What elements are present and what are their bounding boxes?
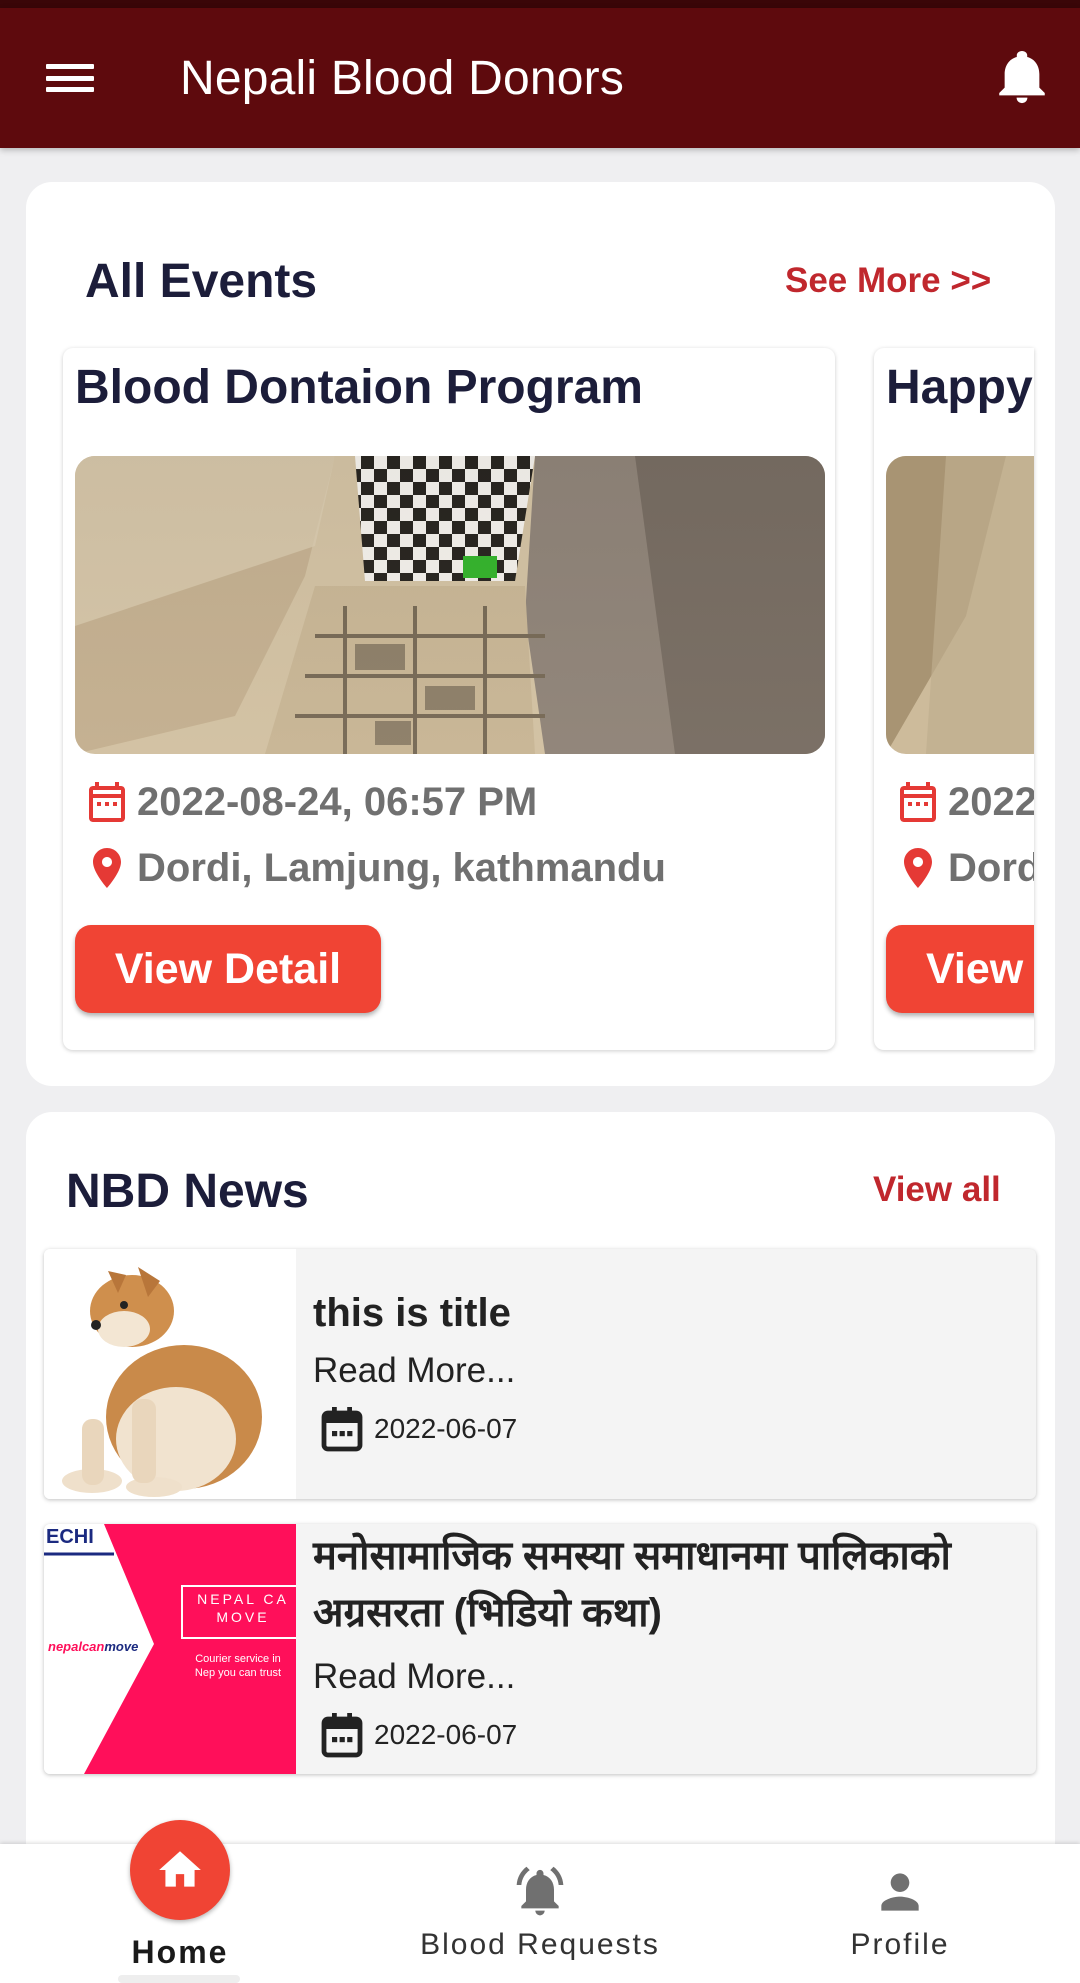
read-more-link[interactable]: Read More... (313, 1351, 515, 1391)
event-date-row: 2022 (894, 778, 1034, 826)
thumb-corner-text: ECHI (46, 1526, 94, 1548)
events-section: All Events See More >> Blood Dontaion Pr… (26, 182, 1055, 1086)
nav-profile[interactable]: Profile (820, 1844, 980, 1983)
app-title: Nepali Blood Donors (180, 51, 625, 105)
event-image (886, 456, 1034, 754)
event-title: Blood Dontaion Program (75, 361, 643, 414)
news-heading: NBD News (66, 1165, 309, 1218)
event-datetime: 2022-08-24, 06:57 PM (137, 779, 538, 824)
event-date-row: 2022-08-24, 06:57 PM (83, 778, 537, 826)
bottom-navigation: Home Blood Requests Profile (0, 1820, 1080, 1983)
notification-bell-icon[interactable] (998, 51, 1046, 105)
news-item[interactable]: this is title Read More... 2022-06-07 (44, 1249, 1036, 1499)
home-icon-circle[interactable] (130, 1820, 230, 1920)
calendar-icon (900, 782, 936, 822)
calendar-icon (321, 1713, 363, 1758)
nav-profile-label: Profile (850, 1928, 950, 1961)
status-bar (0, 0, 1080, 8)
events-heading: All Events (85, 255, 318, 308)
event-datetime: 2022 (948, 779, 1034, 824)
news-title: मनोसामाजिक समस्या समाधानमा पालिकाको अग्र… (313, 1534, 951, 1635)
active-tab-indicator (118, 1975, 240, 1983)
nav-blood-requests[interactable]: Blood Requests (400, 1844, 680, 1983)
view-detail-button[interactable]: View (886, 925, 1034, 1013)
menu-icon[interactable] (46, 60, 94, 96)
person-icon (881, 1873, 919, 1911)
event-image (75, 456, 825, 754)
news-thumbnail-nepalcanmove: ECHI NEPAL CA MOVE nepalcanmove Courier … (44, 1524, 296, 1774)
view-detail-button[interactable]: View Detail (75, 925, 381, 1013)
thumb-brand-b: move (104, 1639, 139, 1654)
calendar-icon (321, 1407, 363, 1452)
event-card[interactable]: Happy 2022 Dordi View (874, 348, 1034, 1050)
location-pin-icon (93, 848, 121, 888)
news-date: 2022-06-07 (374, 1413, 518, 1444)
news-title: this is title (313, 1291, 511, 1335)
thumb-tagline: Courier service in Nep you can trust (194, 1653, 282, 1679)
location-pin-icon (904, 848, 932, 888)
read-more-link[interactable]: Read More... (313, 1657, 515, 1697)
app-bar: Nepali Blood Donors (0, 8, 1080, 148)
nav-blood-requests-label: Blood Requests (420, 1928, 660, 1961)
thumb-badge-text: NEPAL CA MOVE (197, 1591, 289, 1625)
see-more-link[interactable]: See More >> (785, 261, 991, 301)
alert-bell-icon (516, 1866, 564, 1916)
event-location-row: Dordi, Lamjung, kathmandu (83, 844, 666, 892)
event-location-row: Dordi (894, 844, 1034, 892)
event-card[interactable]: Blood Dontaion Program 2022-08-24, 06:57… (63, 348, 835, 1050)
thumb-brand-a: nepalcan (48, 1639, 105, 1654)
news-item[interactable]: ECHI NEPAL CA MOVE nepalcanmove Courier … (44, 1524, 1036, 1774)
event-location: Dordi (948, 845, 1034, 890)
news-date-row: 2022-06-07 (320, 1405, 517, 1453)
thumb-brand: nepalcanmove (48, 1639, 138, 1654)
nav-home[interactable]: Home (100, 1820, 260, 1983)
event-title: Happy (886, 361, 1033, 414)
news-thumbnail-dog (44, 1249, 296, 1499)
news-date-row: 2022-06-07 (320, 1711, 517, 1759)
home-icon (159, 1851, 201, 1887)
calendar-icon (89, 782, 125, 822)
view-all-link[interactable]: View all (873, 1170, 1001, 1210)
nav-home-label: Home (131, 1934, 229, 1970)
news-date: 2022-06-07 (374, 1719, 518, 1750)
event-location: Dordi, Lamjung, kathmandu (137, 845, 666, 890)
